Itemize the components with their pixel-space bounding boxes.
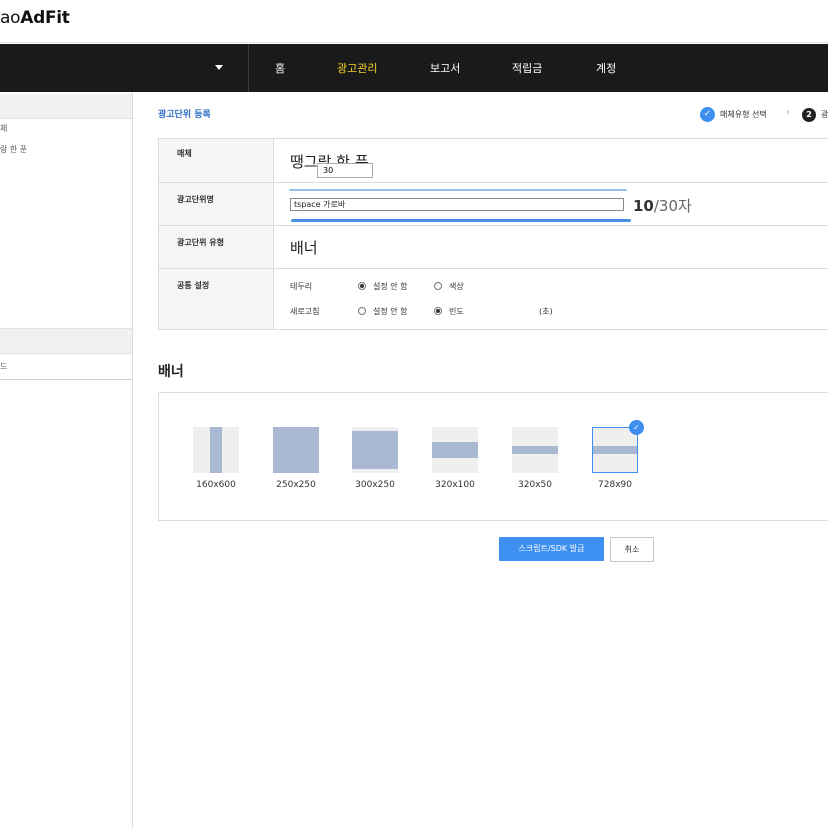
refresh-unit: (초) [539,307,553,316]
sidebar-header [0,94,132,119]
common-label: 공통 설정 [177,281,210,290]
step-2-number: 2 [802,108,816,122]
cancel-button[interactable]: 취소 [610,537,654,562]
chevron-right-icon: › [786,107,790,118]
char-count-current: 10 [633,197,654,215]
banner-size-label: 320x100 [435,480,475,490]
sidebar: 체 랑 한 푼 드 [0,92,133,828]
banner-option-300x250[interactable]: 300x250 [352,427,398,497]
border-none-label[interactable]: 설정 안 함 [373,281,408,292]
banner-option-320x50[interactable]: 320x50 [512,427,558,497]
logo-main: AdFit [20,8,70,28]
sidebar-item-media[interactable]: 체 [0,123,7,134]
sidebar-item-label: 드 [0,362,8,371]
nav-item-ad-management[interactable]: 광고관리 [337,60,377,76]
nav-item-rewards[interactable]: 적립금 [512,60,542,76]
border-none-radio[interactable] [358,282,366,290]
issue-script-sdk-button[interactable]: 스크립트/SDK 발급 [499,537,604,561]
banner-fill [210,427,222,473]
banner-thumbnail [273,427,319,473]
banner-option-320x100[interactable]: 320x100 [432,427,478,497]
char-count-max: /30자 [653,197,692,215]
sidebar-section-header [0,328,132,354]
ad-unit-name-input[interactable] [290,198,624,211]
refresh-none-label[interactable]: 설정 안 함 [373,306,408,317]
banner-thumbnail-selected [592,427,638,473]
app-logo[interactable]: aoAdFit [0,8,70,28]
page-title: 광고단위 등록 [158,110,211,120]
banner-fill [432,442,478,458]
border-label: 테두리 [290,282,313,291]
focus-highlight [289,189,627,191]
sidebar-item-media-name[interactable]: 랑 한 푼 [0,144,27,155]
logo-prefix: ao [0,8,21,28]
dropdown-caret-icon[interactable] [215,65,223,70]
form-row-type: 광고단위 유형 배너 [159,225,828,269]
banner-fill [273,427,319,473]
banner-option-250x250[interactable]: 250x250 [273,427,319,497]
banner-size-label: 320x50 [518,480,552,490]
banner-thumbnail [512,427,558,473]
step-1-label: 매체유형 선택 [720,110,767,119]
banner-size-label: 300x250 [355,480,395,490]
banner-size-panel: 160x600 250x250 300x250 320x100 320x50 ✓… [158,392,828,521]
sidebar-row[interactable]: 드 [0,354,132,380]
border-color-radio[interactable] [434,282,442,290]
refresh-none-radio[interactable] [358,307,366,315]
banner-option-728x90[interactable]: ✓ 728x90 [592,420,644,497]
nav-item-home[interactable]: 홈 [275,60,285,76]
banner-fill [512,446,558,454]
banner-option-160x600[interactable]: 160x600 [193,427,239,497]
banner-size-label: 250x250 [276,480,316,490]
form-row-common: 공통 설정 테두리 설정 안 함 색상 새로고침 설정 안 함 빈도 (초) [159,268,828,329]
banner-fill [593,446,637,454]
nav-divider [248,44,249,92]
border-color-label[interactable]: 색상 [449,281,464,292]
step-2-label: 광 [821,110,828,119]
banner-section-title: 배너 [158,364,184,380]
form-row-media: 매체 땡그랑 한 푼 [159,139,828,183]
ad-unit-form: 매체 땡그랑 한 푼 광고단위명 10/30자 광고단위 유형 배너 공통 설정… [158,138,828,330]
character-counter: 10/30자 [633,195,692,216]
refresh-label: 새로고침 [290,307,320,316]
refresh-freq-label[interactable]: 빈도 [449,306,464,317]
banner-fill [352,431,398,469]
banner-thumbnail [352,427,398,473]
banner-size-label: 728x90 [598,480,632,490]
banner-thumbnail [432,427,478,473]
focus-underline [291,219,631,222]
type-label: 광고단위 유형 [177,238,224,247]
nav-item-reports[interactable]: 보고서 [430,60,460,76]
refresh-freq-radio[interactable] [434,307,442,315]
type-value: 배너 [290,239,318,257]
header-divider [0,42,828,43]
check-icon: ✓ [629,420,644,435]
refresh-frequency-input[interactable] [317,163,373,178]
top-navigation: 홈 광고관리 보고서 적립금 계정 [0,44,828,92]
media-label: 매체 [177,149,192,158]
banner-size-label: 160x600 [196,480,236,490]
name-label: 광고단위명 [177,195,214,204]
name-input-wrapper [289,189,631,223]
banner-thumbnail [193,427,239,473]
check-icon: ✓ [700,107,715,122]
nav-item-account[interactable]: 계정 [596,60,616,76]
